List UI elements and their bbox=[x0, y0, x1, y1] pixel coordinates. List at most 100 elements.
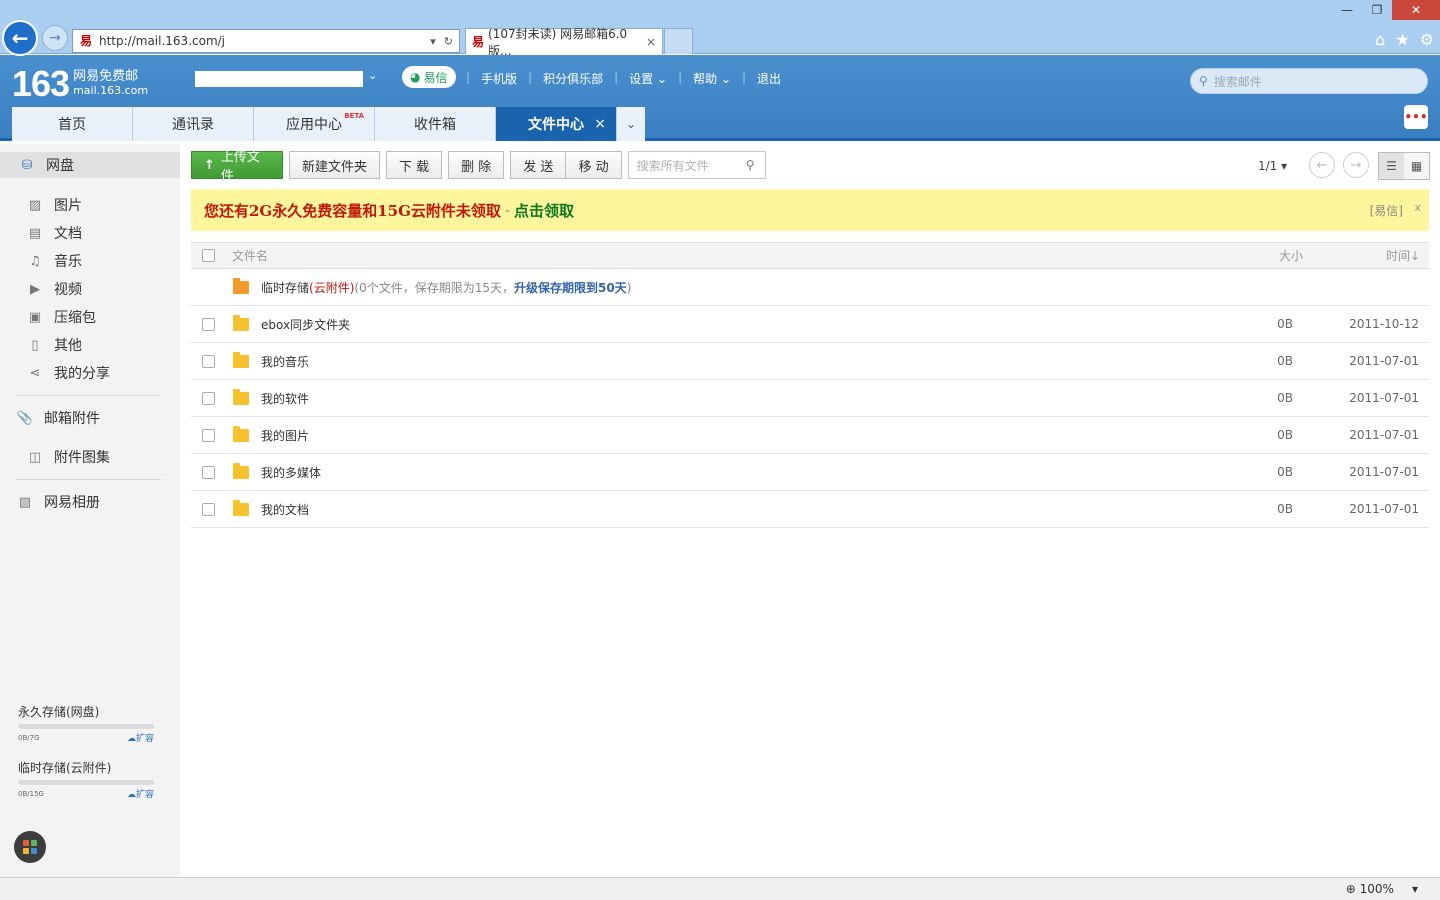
column-time[interactable]: 时间↓ bbox=[1386, 247, 1420, 264]
row-checkbox[interactable] bbox=[202, 317, 215, 331]
file-name[interactable]: 我的文档 bbox=[261, 501, 309, 518]
table-header: 文件名 大小 时间↓ bbox=[191, 242, 1429, 269]
row-checkbox[interactable] bbox=[202, 391, 215, 405]
minimize-icon[interactable]: — bbox=[1332, 0, 1362, 20]
address-bar[interactable]: 易 http://mail.163.com/j ▾ ↻ bbox=[72, 29, 460, 53]
row-checkbox[interactable] bbox=[202, 465, 215, 479]
file-time: 2011-07-01 bbox=[1349, 428, 1419, 442]
download-button[interactable]: 下 载 bbox=[386, 151, 443, 179]
sidebar-item-my-shares[interactable]: ⋖ 我的分享 bbox=[0, 360, 110, 386]
next-page-button[interactable]: → bbox=[1343, 152, 1369, 178]
folder-icon bbox=[233, 499, 249, 516]
nav-mobile[interactable]: 手机版 bbox=[470, 70, 528, 87]
expand-button[interactable]: ☁扩容 bbox=[127, 731, 154, 744]
file-name[interactable]: ebox同步文件夹 bbox=[261, 316, 350, 333]
logo[interactable]: 163 网易免费邮 mail.163.com bbox=[12, 63, 148, 105]
upgrade-retention-link[interactable]: 升级保存期限到50天 bbox=[514, 281, 627, 295]
folder-icon bbox=[233, 388, 249, 405]
prev-page-button[interactable]: ← bbox=[1309, 152, 1335, 178]
new-folder-button[interactable]: 新建文件夹 bbox=[289, 151, 381, 179]
table-row[interactable]: ebox同步文件夹 0B 2011-10-12 bbox=[191, 306, 1429, 343]
sidebar-item-mail-attachments[interactable]: 📎 邮箱附件 bbox=[0, 405, 100, 431]
row-checkbox[interactable] bbox=[202, 502, 215, 516]
promo-close-icon[interactable]: x bbox=[1414, 201, 1421, 214]
column-name[interactable]: 文件名 bbox=[232, 247, 268, 264]
nav-points-club[interactable]: 积分俱乐部 bbox=[532, 70, 614, 87]
temp-storage-row[interactable]: 临时存储(云附件)(0个文件，保存期限为15天，升级保存期限到50天) bbox=[191, 269, 1429, 306]
gear-icon[interactable]: ⚙ bbox=[1420, 30, 1434, 49]
expand-button[interactable]: ☁扩容 bbox=[127, 787, 154, 800]
file-search-input[interactable]: 搜索所有文件 ⚲ bbox=[627, 151, 766, 179]
sidebar-item-video[interactable]: ▶ 视频 bbox=[0, 276, 82, 302]
list-view-icon[interactable]: ☰ bbox=[1379, 153, 1404, 179]
file-name[interactable]: 我的音乐 bbox=[261, 353, 309, 370]
apps-icon[interactable] bbox=[14, 831, 46, 863]
new-tab-button[interactable] bbox=[664, 28, 693, 54]
table-row[interactable]: 我的软件 0B 2011-07-01 bbox=[191, 380, 1429, 417]
address-url[interactable]: http://mail.163.com/j bbox=[99, 34, 430, 48]
file-size: 0B bbox=[1277, 354, 1293, 368]
column-size[interactable]: 大小 bbox=[1279, 247, 1303, 264]
tab-home[interactable]: 首页 bbox=[12, 107, 133, 141]
zoom-dropdown-icon[interactable]: ▾ bbox=[1412, 882, 1418, 896]
tabs-more-chevron-icon[interactable]: ⌄ bbox=[617, 107, 645, 141]
dropdown-icon[interactable]: ▾ bbox=[430, 35, 436, 48]
pager[interactable]: 1/1 ▾ bbox=[1258, 159, 1287, 173]
restore-icon[interactable]: ❐ bbox=[1362, 0, 1392, 20]
refresh-icon[interactable]: ↻ bbox=[444, 35, 453, 48]
browser-tab-active[interactable]: 易 (107封未读) 网易邮箱6.0版... × bbox=[465, 27, 663, 58]
sidebar-item-photo-album[interactable]: ▨ 网易相册 bbox=[0, 489, 100, 515]
tab-contacts[interactable]: 通讯录 bbox=[133, 107, 254, 141]
row-checkbox[interactable] bbox=[202, 428, 215, 442]
table-row[interactable]: 我的多媒体 0B 2011-07-01 bbox=[191, 454, 1429, 491]
sidebar-item-netdisk[interactable]: ⛁ 网盘 bbox=[0, 152, 180, 178]
sidebar-item-other[interactable]: ▯ 其他 bbox=[0, 332, 82, 358]
nav-help[interactable]: 帮助 ⌄ bbox=[682, 70, 742, 87]
forward-arrow-icon[interactable]: → bbox=[42, 25, 68, 51]
chevron-down-icon[interactable]: ⌄ bbox=[368, 69, 377, 82]
grid-view-icon[interactable]: ▦ bbox=[1404, 153, 1429, 179]
tab-app-center[interactable]: 应用中心 BETA bbox=[254, 107, 375, 141]
window-close-icon[interactable]: ✕ bbox=[1392, 0, 1440, 20]
table-row[interactable]: 我的音乐 0B 2011-07-01 bbox=[191, 343, 1429, 380]
nav-logout[interactable]: 退出 bbox=[746, 70, 792, 87]
sidebar-item-archives[interactable]: ▣ 压缩包 bbox=[0, 304, 96, 330]
sidebar-item-attachment-album[interactable]: ◫ 附件图集 bbox=[0, 444, 110, 470]
account-name-redacted[interactable] bbox=[195, 71, 363, 87]
yixin-button[interactable]: ◕ 易信 bbox=[402, 66, 456, 88]
file-icon: ▯ bbox=[31, 337, 39, 353]
file-name[interactable]: 我的多媒体 bbox=[261, 464, 321, 481]
tab-file-center[interactable]: 文件中心 × bbox=[496, 107, 617, 141]
tab-inbox[interactable]: 收件箱 bbox=[375, 107, 496, 141]
back-arrow-icon[interactable]: ← bbox=[2, 20, 38, 56]
select-all-checkbox[interactable] bbox=[202, 249, 215, 262]
upload-button[interactable]: ↑ 上传文件 bbox=[191, 150, 283, 184]
sidebar-item-documents[interactable]: ▤ 文档 bbox=[0, 220, 82, 246]
file-time: 2011-10-12 bbox=[1349, 317, 1419, 331]
tab-close-icon[interactable]: × bbox=[646, 35, 656, 49]
storage-permanent: 永久存储(网盘) 0B/7G ☁扩容 bbox=[18, 703, 154, 744]
star-icon[interactable]: ★ bbox=[1395, 30, 1409, 49]
search-icon[interactable]: ⚲ bbox=[746, 158, 755, 172]
table-row[interactable]: 我的图片 0B 2011-07-01 bbox=[191, 417, 1429, 454]
delete-button[interactable]: 删 除 bbox=[448, 151, 505, 179]
send-button[interactable]: 发 送 bbox=[510, 151, 567, 179]
promo-message: 您还有2G永久免费容量和15G云附件未领取 bbox=[204, 201, 501, 220]
more-options-icon[interactable]: ••• bbox=[1404, 105, 1428, 129]
mail-search-input[interactable]: ⚲ 搜索邮件 bbox=[1190, 68, 1428, 94]
row-checkbox[interactable] bbox=[202, 354, 215, 368]
zoom-control[interactable]: ⊕ 100% ▾ bbox=[1346, 882, 1418, 896]
sidebar-item-pictures[interactable]: ▨ 图片 bbox=[0, 192, 82, 218]
promo-banner: 您还有2G永久免费容量和15G云附件未领取 - 点击领取 [易信] x bbox=[191, 189, 1429, 231]
home-icon[interactable]: ⌂ bbox=[1375, 30, 1385, 49]
mail-tabs: 首页 通讯录 应用中心 BETA 收件箱 文件中心 × ⌄ bbox=[12, 107, 645, 141]
nav-settings[interactable]: 设置 ⌄ bbox=[618, 70, 678, 87]
sidebar-item-music[interactable]: ♫ 音乐 bbox=[0, 248, 82, 274]
file-name[interactable]: 我的软件 bbox=[261, 390, 309, 407]
file-name[interactable]: 我的图片 bbox=[261, 427, 309, 444]
tab-close-icon[interactable]: × bbox=[594, 116, 606, 132]
table-row[interactable]: 我的文档 0B 2011-07-01 bbox=[191, 491, 1429, 528]
move-button[interactable]: 移 动 bbox=[566, 151, 622, 179]
storage-usage: 0B/7G bbox=[18, 733, 40, 742]
promo-claim-link[interactable]: 点击领取 bbox=[514, 200, 574, 221]
